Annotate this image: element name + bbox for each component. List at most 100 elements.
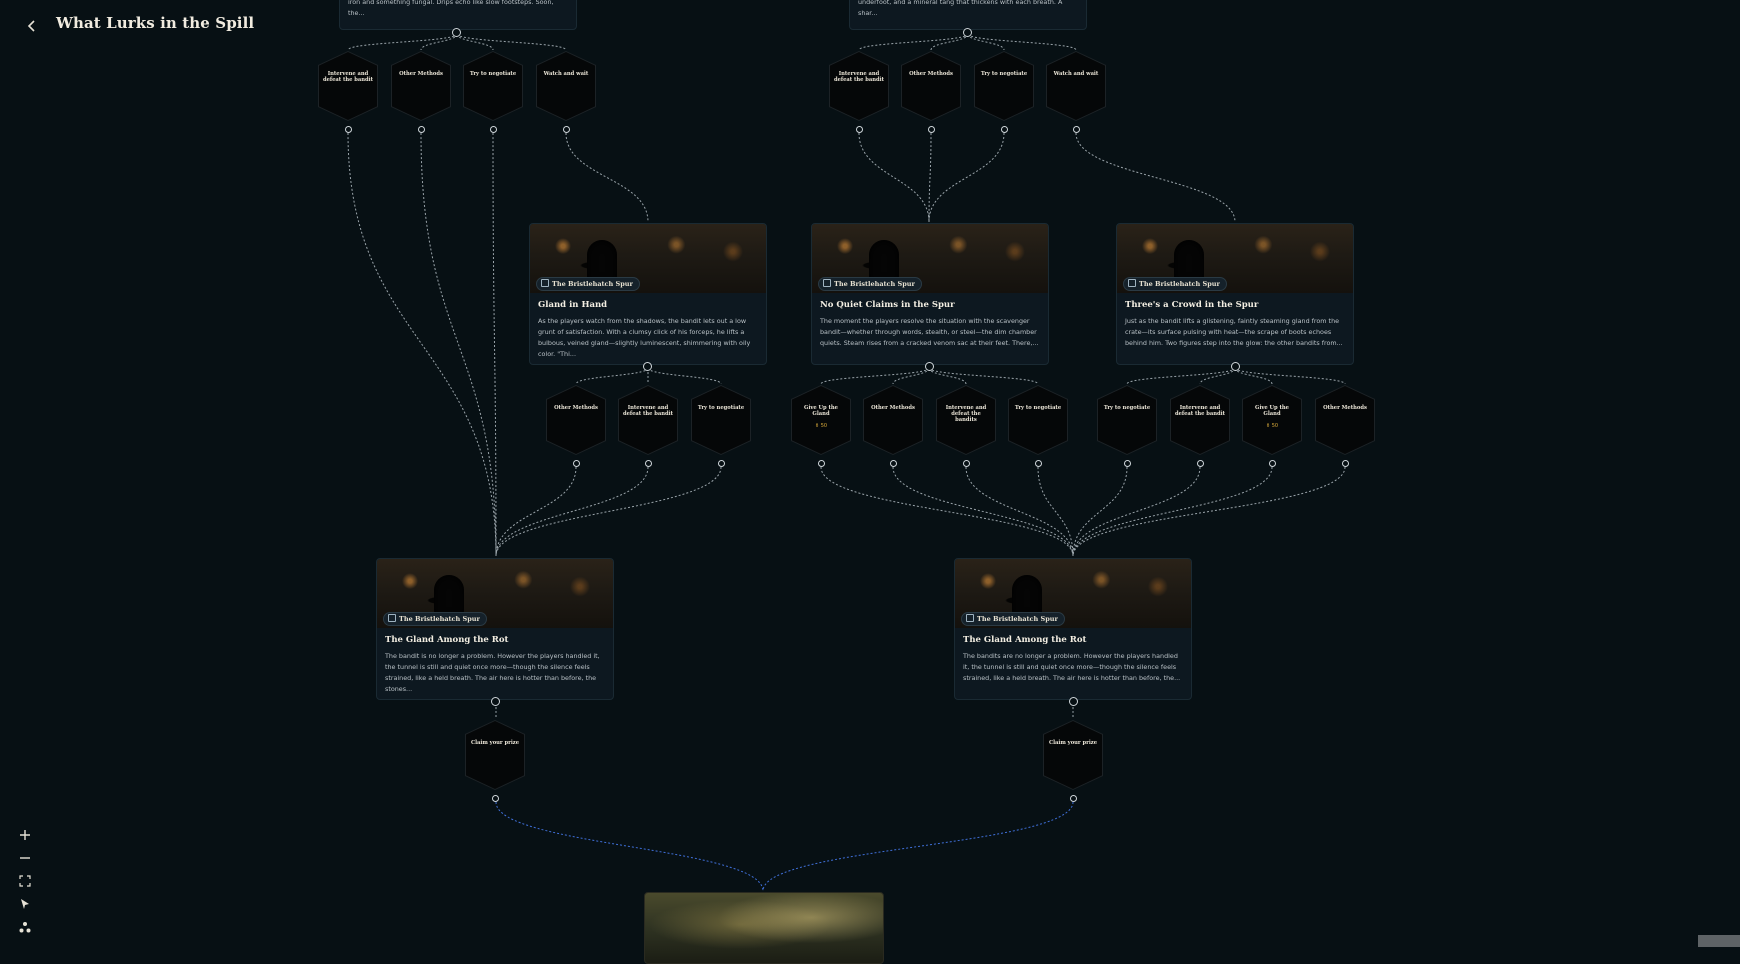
output-port[interactable] xyxy=(1231,362,1240,371)
choice-hex[interactable]: Other Methods xyxy=(1316,386,1374,454)
choice-hex[interactable]: Try to negotiate xyxy=(464,52,522,120)
output-port[interactable] xyxy=(491,697,500,706)
choice-port[interactable] xyxy=(1124,460,1131,467)
choice-port[interactable] xyxy=(345,126,352,133)
location-badge: The Bristlehatch Spur xyxy=(818,277,922,291)
scene-title: The Gland Among the Rot xyxy=(963,635,1087,645)
scene-card[interactable]: The Bristlehatch Spur The Gland Among th… xyxy=(376,558,614,700)
connection-edge xyxy=(892,466,1074,557)
choice-port[interactable] xyxy=(573,460,580,467)
choice-hex[interactable]: Other Methods xyxy=(547,386,605,454)
choice-port[interactable] xyxy=(418,126,425,133)
story-graph-canvas[interactable]: What Lurks in the Spill iron and somethi… xyxy=(0,0,1740,964)
choice-port[interactable] xyxy=(490,126,497,133)
scene-description: The moment the players resolve the situa… xyxy=(820,317,1039,347)
connection-edge xyxy=(1234,367,1273,385)
choice-port[interactable] xyxy=(963,460,970,467)
zoom-in-button[interactable] xyxy=(14,824,36,846)
choice-port[interactable] xyxy=(1001,126,1008,133)
connection-edge xyxy=(1072,466,1346,557)
zoom-out-button[interactable] xyxy=(14,847,36,869)
connection-edge xyxy=(347,132,497,557)
choice-hex[interactable]: Other Methods xyxy=(864,386,922,454)
choice-hex[interactable]: Watch and wait xyxy=(1047,52,1105,120)
connection-edge xyxy=(928,132,1005,223)
choice-hex[interactable]: Intervene and defeat the bandit xyxy=(830,52,888,120)
choice-hex[interactable]: Other Methods xyxy=(392,52,450,120)
choice-port[interactable] xyxy=(856,126,863,133)
scene-card[interactable]: The Bristlehatch Spur Three's a Crowd in… xyxy=(1116,223,1354,365)
choice-hex[interactable]: Claim your prize xyxy=(1044,721,1102,789)
attribution-stub xyxy=(1698,935,1740,947)
scene-title: No Quiet Claims in the Spur xyxy=(820,300,955,310)
choice-hex[interactable]: Try to negotiate xyxy=(975,52,1033,120)
choice-port[interactable] xyxy=(1342,460,1349,467)
choice-hex[interactable]: Claim your prize xyxy=(466,721,524,789)
output-port[interactable] xyxy=(643,362,652,371)
choice-port[interactable] xyxy=(645,460,652,467)
choice-hex[interactable]: Other Methods xyxy=(902,52,960,120)
choice-port[interactable] xyxy=(1070,795,1077,802)
connection-edge xyxy=(965,466,1074,557)
choice-hex[interactable]: Try to negotiate xyxy=(692,386,750,454)
choice-hex[interactable]: Give Up the Gland ⚱ 50 xyxy=(1243,386,1301,454)
select-tool-button[interactable] xyxy=(14,893,36,915)
location-icon xyxy=(1128,279,1136,287)
choice-hex[interactable]: Intervene and defeat the bandits xyxy=(937,386,995,454)
connection-edge xyxy=(575,367,649,385)
connection-edge xyxy=(495,466,722,557)
choice-port[interactable] xyxy=(1035,460,1042,467)
output-port[interactable] xyxy=(452,28,461,37)
connection-edge xyxy=(565,132,649,223)
connection-edge xyxy=(967,33,1005,51)
layout-tool-button[interactable] xyxy=(14,916,36,938)
connection-layer xyxy=(347,33,1346,892)
scene-card[interactable]: The Bristlehatch Spur Gland in Hand As t… xyxy=(529,223,767,365)
scene-description: As the players watch from the shadows, t… xyxy=(538,317,751,358)
choice-port[interactable] xyxy=(563,126,570,133)
scene-title: Gland in Hand xyxy=(538,300,608,310)
choice-port[interactable] xyxy=(890,460,897,467)
choice-port[interactable] xyxy=(718,460,725,467)
canvas-controls xyxy=(14,824,36,939)
scene-card[interactable]: The Bristlehatch Spur No Quiet Claims in… xyxy=(811,223,1049,365)
connection-edge xyxy=(1072,466,1201,557)
connection-edge xyxy=(858,33,969,51)
connection-edge xyxy=(495,466,649,557)
choice-hex[interactable]: Watch and wait xyxy=(537,52,595,120)
connection-edge xyxy=(1072,466,1128,557)
choice-hex[interactable]: Intervene and defeat the bandit xyxy=(319,52,377,120)
plus-icon xyxy=(20,830,30,840)
scene-card-top-left[interactable]: iron and something fungal. Drips echo li… xyxy=(339,0,577,30)
choice-hex[interactable]: Give Up the Gland ⚱ 50 xyxy=(792,386,850,454)
final-edge xyxy=(495,801,764,892)
connection-edge xyxy=(928,367,1039,385)
connection-edge xyxy=(456,33,494,51)
scene-card[interactable]: The Bristlehatch Spur The Gland Among th… xyxy=(954,558,1192,700)
chevron-left-icon xyxy=(27,20,35,32)
choice-hex[interactable]: Try to negotiate xyxy=(1098,386,1156,454)
choice-port[interactable] xyxy=(928,126,935,133)
choice-hex[interactable]: Intervene and defeat the bandit xyxy=(619,386,677,454)
connection-edge xyxy=(820,466,1074,557)
connection-edge xyxy=(858,132,930,223)
output-port[interactable] xyxy=(925,362,934,371)
choice-hex[interactable]: Try to negotiate xyxy=(1009,386,1067,454)
choice-hex[interactable]: Intervene and defeat the bandit xyxy=(1171,386,1229,454)
fit-view-button[interactable] xyxy=(14,870,36,892)
choice-port[interactable] xyxy=(818,460,825,467)
location-icon xyxy=(541,279,549,287)
choice-port[interactable] xyxy=(1073,126,1080,133)
scene-card-top-right[interactable]: underfoot, and a mineral tang that thick… xyxy=(849,0,1087,30)
output-port[interactable] xyxy=(963,28,972,37)
connection-edge xyxy=(1072,466,1273,557)
choice-port[interactable] xyxy=(1197,460,1204,467)
choice-port[interactable] xyxy=(1269,460,1276,467)
connection-edge xyxy=(928,132,932,223)
back-button[interactable] xyxy=(22,16,42,36)
output-port[interactable] xyxy=(1069,697,1078,706)
choice-port[interactable] xyxy=(492,795,499,802)
scene-card-bottom[interactable] xyxy=(644,892,884,964)
connection-edge xyxy=(1126,367,1236,385)
connection-edge xyxy=(1199,367,1236,385)
